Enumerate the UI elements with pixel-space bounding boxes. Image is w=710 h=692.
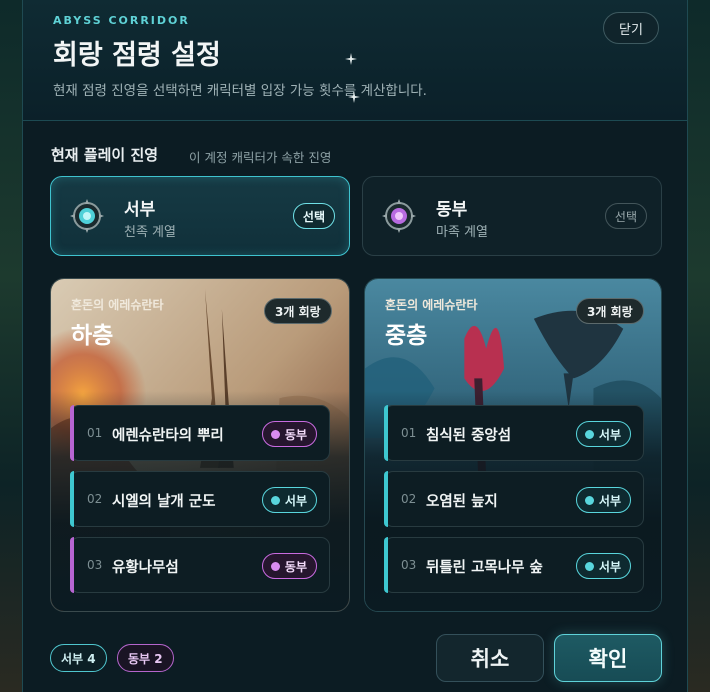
faction-subtitle: 마족 계열 <box>436 225 488 240</box>
faction-name: 서부 <box>124 200 156 220</box>
dialog-title: 회랑 점령 설정 <box>53 40 221 71</box>
close-button[interactable]: 닫기 <box>603 12 659 44</box>
corridor-name: 뒤틀린 고목나무 숲 <box>426 560 543 576</box>
floor-eyebrow: 혼돈의 에레슈란타 <box>385 298 478 312</box>
east-count-badge: 동부 2 <box>117 644 174 672</box>
corridor-settings-dialog: ABYSS CORRIDOR 회랑 점령 설정 현재 점령 진영을 선택하면 캐… <box>22 0 688 692</box>
faction-card-west[interactable]: 서부 천족 계열 선택 <box>50 176 350 256</box>
corridor-item[interactable]: 02 오염된 늪지 서부 <box>384 471 644 527</box>
owner-label: 서부 <box>284 493 307 508</box>
floor-title: 중층 <box>385 323 428 349</box>
corridor-item[interactable]: 01 침식된 중앙섬 서부 <box>384 405 644 461</box>
owner-indicator-bar <box>384 537 388 593</box>
owner-indicator-bar <box>70 405 74 461</box>
dialog-eyebrow: ABYSS CORRIDOR <box>53 14 190 27</box>
corridor-number: 01 <box>401 426 417 440</box>
faction-section-hint: 이 계정 캐릭터가 속한 진영 <box>189 150 332 165</box>
owner-indicator-bar <box>384 405 388 461</box>
select-west-button[interactable]: 선택 <box>292 203 335 229</box>
floor-card-lower: 혼돈의 에레슈란타 하층 3개 회랑 01 에렌슈란타의 뿌리 동부 02 시엘… <box>50 278 350 612</box>
west-dot-icon <box>584 561 594 571</box>
west-count-badge: 서부 4 <box>50 644 107 672</box>
corridor-number: 02 <box>401 492 417 506</box>
owner-indicator-bar <box>70 537 74 593</box>
corridor-number: 01 <box>87 426 103 440</box>
corridor-item[interactable]: 03 유황나무섬 동부 <box>70 537 330 593</box>
corridor-name: 침식된 중앙섬 <box>426 428 512 444</box>
owner-label: 동부 <box>284 559 307 574</box>
corridor-name: 에렌슈란타의 뿌리 <box>112 428 224 444</box>
west-faction-emblem-icon <box>70 199 104 233</box>
corridor-name: 시엘의 날개 군도 <box>112 494 216 510</box>
cancel-button[interactable]: 취소 <box>436 634 544 682</box>
corridor-name: 오염된 늪지 <box>426 494 498 510</box>
corridor-count-badge: 3개 회랑 <box>264 298 332 324</box>
faction-card-east[interactable]: 동부 마족 계열 선택 <box>362 176 662 256</box>
owner-label: 서부 <box>598 493 621 508</box>
corridor-name: 유황나무섬 <box>112 560 179 576</box>
west-dot-icon <box>584 429 594 439</box>
owner-tag-west[interactable]: 서부 <box>575 421 631 447</box>
corridor-count-badge: 3개 회랑 <box>576 298 644 324</box>
faction-subtitle: 천족 계열 <box>124 225 176 240</box>
dialog-subtitle: 현재 점령 진영을 선택하면 캐릭터별 입장 가능 횟수를 계산합니다. <box>53 83 427 99</box>
owner-tag-west[interactable]: 서부 <box>575 487 631 513</box>
sparkle-icon <box>345 53 357 65</box>
owner-label: 동부 <box>284 427 307 442</box>
corridor-item[interactable]: 03 뒤틀린 고목나무 숲 서부 <box>384 537 644 593</box>
east-dot-icon <box>270 561 280 571</box>
select-east-button[interactable]: 선택 <box>604 203 647 229</box>
east-faction-emblem-icon <box>382 199 416 233</box>
floor-title: 하층 <box>71 323 114 349</box>
owner-tag-east[interactable]: 동부 <box>261 421 317 447</box>
owner-tag-east[interactable]: 동부 <box>261 553 317 579</box>
owner-indicator-bar <box>384 471 388 527</box>
west-dot-icon <box>584 495 594 505</box>
sparkle-icon <box>348 91 360 103</box>
owner-tag-west[interactable]: 서부 <box>575 553 631 579</box>
east-dot-icon <box>270 429 280 439</box>
dialog-header: ABYSS CORRIDOR 회랑 점령 설정 현재 점령 진영을 선택하면 캐… <box>23 0 687 121</box>
owner-label: 서부 <box>598 559 621 574</box>
floor-eyebrow: 혼돈의 에레슈란타 <box>71 298 164 312</box>
corridor-item[interactable]: 01 에렌슈란타의 뿌리 동부 <box>70 405 330 461</box>
owner-tag-west[interactable]: 서부 <box>261 487 317 513</box>
west-dot-icon <box>270 495 280 505</box>
faction-section-label: 현재 플레이 진영 <box>51 146 159 164</box>
faction-name: 동부 <box>436 200 468 220</box>
owner-label: 서부 <box>598 427 621 442</box>
corridor-number: 03 <box>87 558 103 572</box>
owner-indicator-bar <box>70 471 74 527</box>
corridor-number: 03 <box>401 558 417 572</box>
corridor-number: 02 <box>87 492 103 506</box>
corridor-item[interactable]: 02 시엘의 날개 군도 서부 <box>70 471 330 527</box>
confirm-button[interactable]: 확인 <box>554 634 662 682</box>
floor-card-middle: 혼돈의 에레슈란타 중층 3개 회랑 01 침식된 중앙섬 서부 02 오염된 … <box>364 278 662 612</box>
